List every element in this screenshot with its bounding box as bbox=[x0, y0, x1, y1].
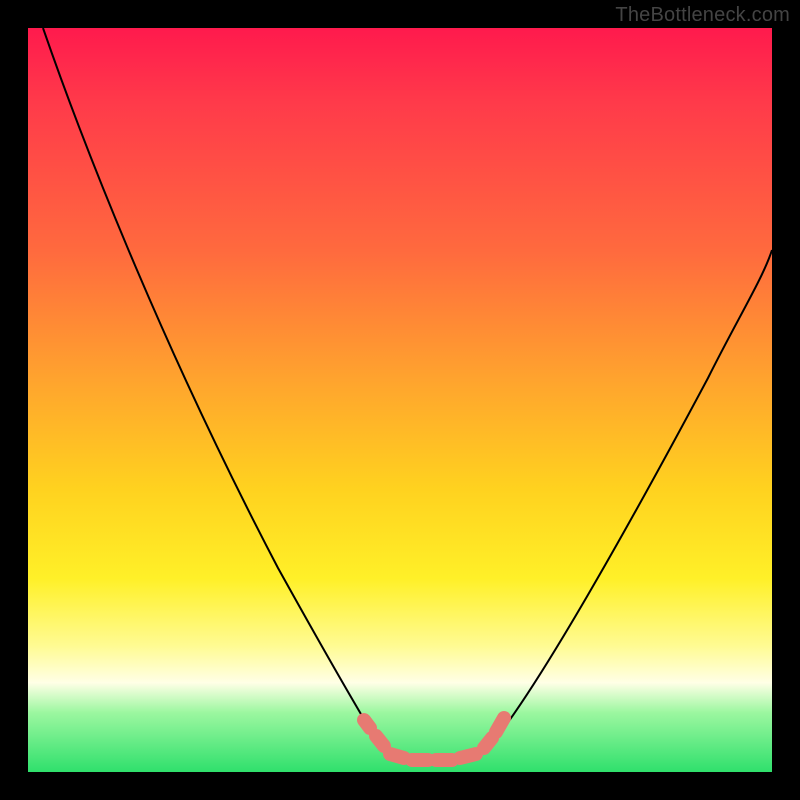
chart-frame: TheBottleneck.com bbox=[0, 0, 800, 800]
chart-overlay bbox=[28, 28, 772, 772]
valley-dots-group bbox=[364, 718, 504, 760]
valley-dot-1 bbox=[364, 720, 370, 728]
valley-dot-2 bbox=[376, 736, 384, 746]
curve-left-branch bbox=[43, 28, 380, 746]
plot-area bbox=[28, 28, 772, 772]
valley-dot-8 bbox=[496, 718, 504, 732]
valley-dot-7 bbox=[484, 738, 492, 748]
curve-right-branch bbox=[490, 250, 772, 746]
watermark-text: TheBottleneck.com bbox=[615, 4, 790, 27]
valley-dot-3 bbox=[390, 754, 404, 758]
valley-dot-6 bbox=[460, 754, 476, 758]
